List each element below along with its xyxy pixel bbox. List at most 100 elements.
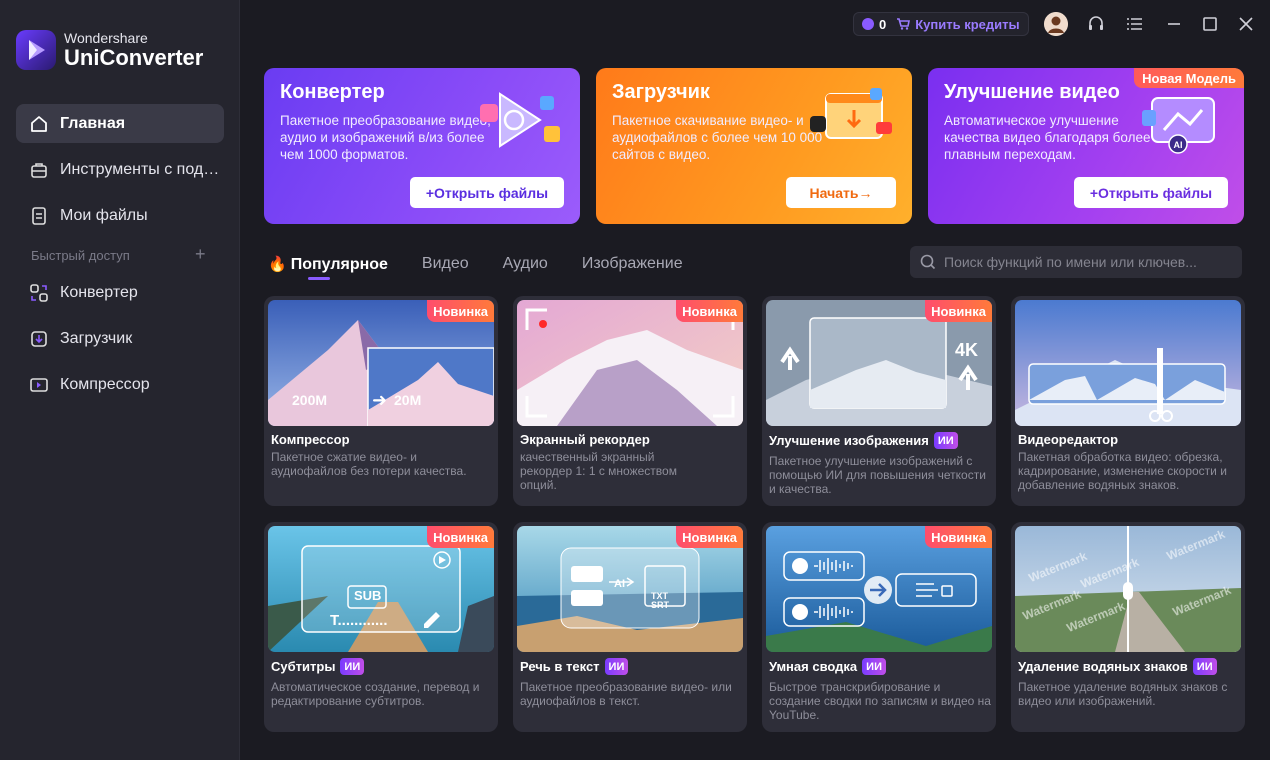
card-title: Компрессор [271,432,350,447]
card-title: Видеоредактор [1018,432,1118,447]
new-badge: Новинка [427,526,494,548]
downloader-banner[interactable]: Загрузчик Пакетное скачивание видео- и а… [596,68,912,224]
quick-access-nav: Конвертер Загрузчик Компрессор [16,273,224,411]
search-input[interactable] [944,254,1224,270]
converter-play-icon [474,86,564,156]
toolbox-icon [29,160,49,180]
sub-text-label: T............ [330,612,388,629]
card-speech-to-text[interactable]: AI TXT SRT Новинка Речь в текст ИИ Пакетн… [513,522,747,732]
road-image: Watermark Watermark Watermark Watermark … [1015,526,1241,652]
sidebar-item-label: Компрессор [60,375,150,393]
tab-label: Популярное [290,255,388,273]
feature-search[interactable] [910,246,1242,278]
card-subtitles[interactable]: SUB T............ Новинка Субтитры ИИ Авт… [264,522,498,732]
maximize-icon[interactable] [1198,12,1222,36]
sub-tag-label: SUB [354,588,382,603]
card-title: Субтитры ИИ [271,658,365,675]
card-title-text: Компрессор [271,432,350,447]
sidebar-item-home[interactable]: Главная [16,104,224,143]
credits-widget[interactable]: 0 Купить кредиты [853,12,1029,36]
converter-icon [29,283,49,303]
download-icon [29,329,49,349]
sidebar-item-converter[interactable]: Конвертер [16,273,224,312]
card-title-text: Удаление водяных знаков [1018,659,1188,674]
tab-video[interactable]: Видео [422,255,469,273]
open-files-button[interactable]: +Открыть файлы [410,177,564,208]
svg-text:AI: AI [1174,140,1183,150]
new-model-badge: Новая Модель [1134,68,1244,88]
card-title-text: Речь в текст [520,659,600,674]
sidebar-item-compressor[interactable]: Компрессор [16,365,224,404]
arrow-right-icon: ➜ [372,390,388,410]
ai-badge: ИИ [862,658,886,675]
card-desc: качественный экранный рекордер 1: 1 с мн… [520,450,677,492]
buy-credits-link[interactable]: Купить кредиты [915,17,1019,32]
card-title: Удаление водяных знаков ИИ [1018,658,1217,675]
ai-badge: ИИ [933,432,958,449]
banner-desc: Пакетное скачивание видео- и аудиофайлов… [612,113,823,162]
compress-icon [29,375,49,395]
ai-badge: ИИ [340,658,365,675]
card-image-enhancer[interactable]: 4K Новинка Улучшение изображения ИИ Пакет… [762,296,996,506]
card-title: Экранный рекордер [520,432,650,447]
card-screen-recorder[interactable]: Новинка Экранный рекордер качественный э… [513,296,747,506]
card-desc: Пакетная обработка видео: обрезка, кадри… [1018,450,1227,492]
category-tabs: 🔥 Популярное Видео Аудио Изображение [268,252,717,280]
resolution-label: 4K [955,340,979,360]
card-desc: Пакетное улучшение изображений с помощью… [769,454,986,496]
start-button[interactable]: Начать→ [786,177,896,208]
card-watermark-remover[interactable]: Watermark Watermark Watermark Watermark … [1011,522,1245,732]
card-desc: Пакетное удаление водяных знаков с видео… [1018,680,1228,708]
search-icon [920,254,936,270]
sidebar-item-label: Инструменты с под… [60,160,220,178]
ai-badge: ИИ [604,658,629,675]
uniconverter-logo-icon [16,30,56,70]
mountain-image [1015,300,1241,426]
support-headset-icon[interactable] [1084,12,1108,36]
card-compressor[interactable]: 200M ➜ 20M Новинка Компрессор Пакетное с… [264,296,498,506]
converter-banner[interactable]: Конвертер Пакетное преобразование видео,… [264,68,580,224]
card-desc: Пакетное сжатие видео- и аудиофайлов без… [271,450,467,478]
open-files-button[interactable]: +Открыть файлы [1074,177,1228,208]
card-title: Речь в текст ИИ [520,658,629,675]
banner-title: Загрузчик [612,81,710,103]
tab-popular[interactable]: 🔥 Популярное [268,255,388,280]
credits-count: 0 [879,16,887,32]
card-title-text: Видеоредактор [1018,432,1119,447]
files-icon [29,206,49,226]
close-icon[interactable] [1234,12,1258,36]
tab-image[interactable]: Изображение [582,255,683,273]
banner-title: Улучшение видео [944,81,1120,103]
new-badge: Новинка [925,300,992,322]
ai-enhance-icon: AI [1138,86,1228,156]
sidebar-item-ai-tools[interactable]: Инструменты с под… [16,150,224,189]
ai-badge: ИИ [1192,658,1217,675]
minimize-icon[interactable] [1162,12,1186,36]
card-title-text: Улучшение изображения [769,433,929,448]
banner-desc: Пакетное преобразование видео, аудио и и… [280,113,491,162]
banner-desc: Автоматическое улучшение качества видео … [944,113,1151,162]
main-nav: Главная Инструменты с под… Мои файлы [16,104,224,242]
brand-product: UniConverter [64,45,204,70]
user-avatar[interactable] [1044,12,1068,36]
card-video-editor[interactable]: Видеоредактор Пакетная обработка видео: … [1011,296,1245,506]
home-icon [29,114,49,134]
card-title: Улучшение изображения ИИ [769,432,958,449]
menu-list-icon[interactable] [1123,12,1147,36]
new-badge: Новинка [676,526,743,548]
sidebar-item-label: Мои файлы [60,206,148,224]
sidebar-item-downloader[interactable]: Загрузчик [16,319,224,358]
card-desc: Быстрое транскрибирование и создание сво… [769,680,991,722]
card-title: Умная сводка ИИ [769,658,886,675]
formats-label: TXT SRT [651,591,669,610]
downloader-window-icon [806,86,896,156]
banner-title: Конвертер [280,81,385,103]
card-smart-summary[interactable]: Новинка Умная сводка ИИ Быстрое транскриб… [762,522,996,732]
new-badge: Новинка [676,300,743,322]
fire-icon: 🔥 [268,255,287,273]
video-enhance-banner[interactable]: Новая Модель Улучшение видео Автоматичес… [928,68,1244,224]
tab-audio[interactable]: Аудио [503,255,548,273]
app-window: Wondershare UniConverter Главная Инструм… [0,0,1270,760]
sidebar-item-my-files[interactable]: Мои файлы [16,196,224,235]
add-quick-access-icon[interactable]: + [195,244,206,265]
